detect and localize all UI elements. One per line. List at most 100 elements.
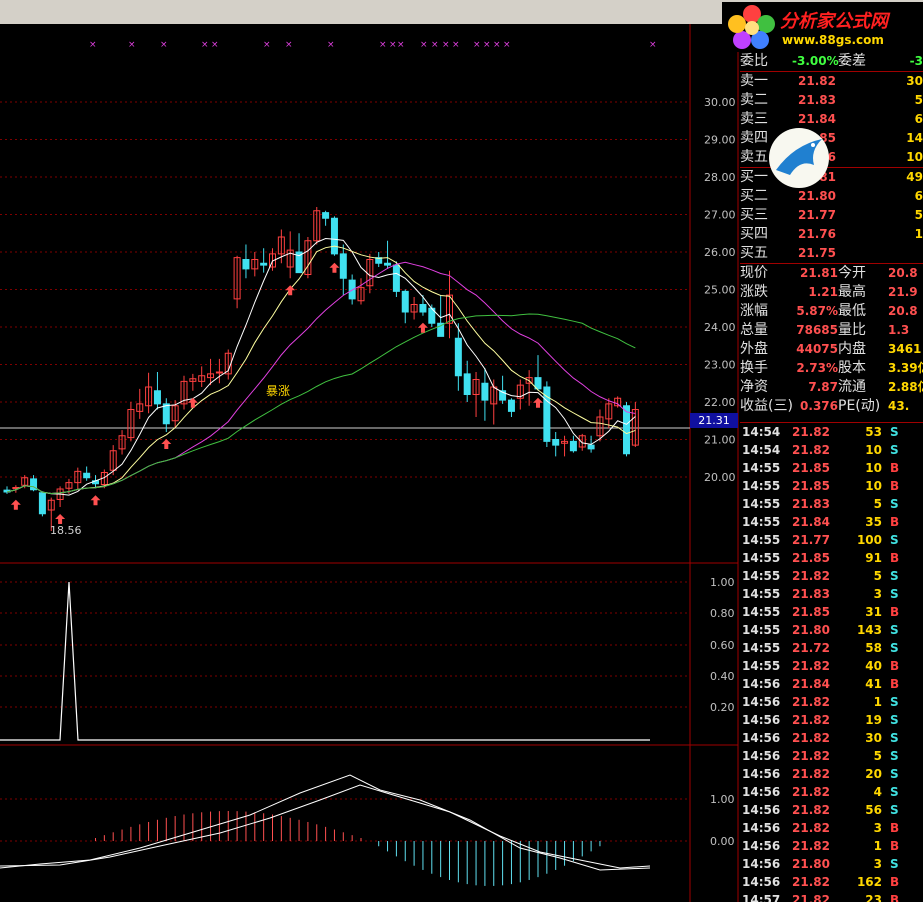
tick-row: 14:57 21.82 23 B [740, 891, 923, 902]
ask-label: 卖二 [740, 92, 768, 108]
tick-row: 14:55 21.80 143 S [740, 621, 923, 640]
stat-value: 5.87% [796, 304, 838, 318]
chart-area[interactable]: 30.00 29.00 28.00 27.00 26.00 25.00 24.00 23.00… [0, 0, 740, 902]
signal-marker: × [263, 40, 271, 50]
tick-direction: S [890, 587, 899, 601]
candle-body [260, 262, 268, 266]
candle-body [454, 337, 462, 377]
candle-body [419, 304, 427, 313]
tick-time: 14:57 [742, 893, 781, 902]
low-price-label: 18.56 [50, 524, 82, 537]
tick-time: 14:56 [742, 695, 781, 709]
stat-row: 涨幅 5.87% 最低 20.8 [740, 302, 923, 321]
tick-volume: 31 [865, 605, 882, 619]
signal-marker: × [649, 40, 657, 50]
tick-row: 14:56 21.82 30 S [740, 729, 923, 748]
tick-direction: B [890, 515, 900, 529]
tick-row: 14:55 21.85 10 B [740, 477, 923, 496]
tick-row: 14:55 21.82 5 S [740, 567, 923, 586]
surge-label: 暴涨 [266, 383, 290, 398]
tick-direction: S [890, 695, 899, 709]
indicator-axis-label: 0.20 [710, 701, 735, 714]
tick-row: 14:56 21.82 4 S [740, 783, 923, 802]
tick-row: 14:55 21.77 100 S [740, 531, 923, 550]
price-axis-label: 22.00 [704, 396, 736, 409]
stat-value: 3461 [888, 342, 922, 356]
tick-price: 21.85 [792, 551, 830, 565]
tick-time: 14:55 [742, 623, 781, 637]
ask-price: 21.82 [798, 74, 836, 88]
stat-label: 净资 [740, 379, 768, 395]
signal-marker: × [473, 40, 481, 50]
tick-direction: S [890, 749, 899, 763]
stat-value: 78685 [796, 323, 838, 337]
weibi-row: 委比 -3.00% 委差 -3 [740, 52, 923, 71]
tick-direction: B [890, 461, 900, 475]
candle-body [384, 262, 392, 266]
stat-value: 1.21 [808, 285, 838, 299]
stat-value: 2.88亿 [888, 380, 923, 394]
tick-volume: 5 [873, 497, 882, 511]
tick-time: 14:56 [742, 713, 781, 727]
tick-volume: 20 [865, 767, 882, 781]
tick-price: 21.82 [792, 767, 830, 781]
tick-row: 14:56 21.82 1 B [740, 837, 923, 856]
candle-body [330, 217, 338, 255]
candle-body [322, 212, 330, 219]
signal-marker: × [483, 40, 491, 50]
tick-time: 14:56 [742, 857, 781, 871]
tick-volume: 100 [856, 533, 882, 547]
stat-row: 收益(三) 0.376 PE(动) 43. [740, 397, 923, 416]
ma60-line [6, 313, 636, 495]
tick-row: 14:55 21.83 3 S [740, 585, 923, 604]
bid-row: 买四 21.76 1 [740, 225, 923, 244]
candle-body [215, 371, 223, 374]
tick-direction: B [890, 875, 900, 889]
tick-time: 14:54 [742, 425, 781, 439]
ma5-line [6, 237, 636, 496]
signal-marker: × [285, 40, 293, 50]
weidiff-value: -3 [909, 54, 923, 68]
tick-time: 14:55 [742, 533, 781, 547]
stat-label: 外盘 [740, 341, 768, 357]
stat-label: 最低 [838, 303, 866, 319]
tick-row: 14:56 21.82 56 S [740, 801, 923, 820]
signal-marker: × [420, 40, 428, 50]
site-logo: 分析家公式网 www.88gs.com [722, 2, 923, 52]
weibi-label: 委比 [740, 53, 768, 69]
tick-time: 14:55 [742, 551, 781, 565]
tick-direction: S [890, 731, 899, 745]
tick-time: 14:55 [742, 605, 781, 619]
tick-row: 14:54 21.82 53 S [740, 423, 923, 442]
stat-label: 内盘 [838, 341, 866, 357]
logo-url: www.88gs.com [782, 33, 884, 47]
tick-row: 14:55 21.85 31 B [740, 603, 923, 622]
tick-direction: B [890, 659, 900, 673]
flower-logo-icon [728, 5, 775, 49]
tick-price: 21.84 [792, 677, 830, 691]
tick-direction: B [890, 839, 900, 853]
stat-value: 7.87 [808, 380, 838, 394]
tick-direction: S [890, 623, 899, 637]
tick-time: 14:55 [742, 587, 781, 601]
tick-direction: B [890, 821, 900, 835]
tick-price: 21.82 [792, 821, 830, 835]
stat-label: 涨幅 [740, 303, 768, 319]
signal-marker: × [327, 40, 335, 50]
price-axis-label: 21.00 [704, 434, 736, 447]
stat-label: 今开 [838, 265, 866, 281]
signal-marker: × [442, 40, 450, 50]
stat-value: 43. [888, 399, 910, 413]
bid-row: 买三 21.77 5 [740, 206, 923, 225]
tick-direction: S [890, 569, 899, 583]
signal-marker: × [431, 40, 439, 50]
tick-volume: 10 [865, 461, 882, 475]
tick-volume: 3 [873, 857, 882, 871]
tick-volume: 10 [865, 443, 882, 457]
ask-row: 卖二 21.83 5 [740, 91, 923, 110]
tick-row: 14:56 21.82 5 S [740, 747, 923, 766]
tick-price: 21.82 [792, 695, 830, 709]
tick-row: 14:55 21.83 5 S [740, 495, 923, 514]
tick-time: 14:55 [742, 497, 781, 511]
tick-volume: 5 [873, 569, 882, 583]
